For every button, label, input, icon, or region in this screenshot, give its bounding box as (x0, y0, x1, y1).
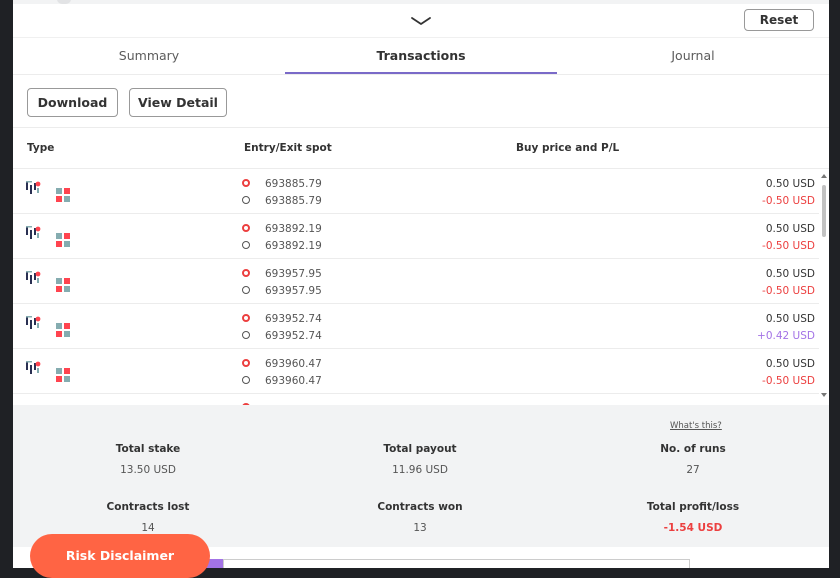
contract-grid-icon (56, 187, 70, 202)
stat-profit-loss: Total profit/loss -1.54 USD (573, 501, 813, 534)
trade-type-chart-icon (25, 270, 41, 284)
entry-spot-value: 693892.19 (265, 223, 322, 235)
panel-header: Reset (13, 4, 829, 38)
active-tab-underline (285, 72, 557, 74)
tab-bar: Summary Transactions Journal (13, 38, 829, 75)
exit-spot-value: 693892.19 (265, 240, 322, 252)
contract-grid-icon (56, 322, 70, 337)
stat-value: 27 (686, 464, 700, 476)
entry-spot-value: 693885.79 (265, 178, 322, 190)
profit-loss: -0.50 USD (762, 195, 815, 207)
exit-spot-value: 693952.74 (265, 330, 322, 342)
contract-grid-icon (56, 367, 70, 382)
exit-spot-grey-circle-icon (242, 376, 250, 384)
scroll-up-arrow-icon[interactable] (821, 174, 827, 178)
transactions-panel: Reset Summary Transactions Journal Downl… (13, 0, 829, 568)
trade-type-chart-icon (25, 225, 41, 239)
chevron-down-icon[interactable] (409, 14, 433, 28)
table-row[interactable]: 693885.79 693885.79 0.50 USD -0.50 USD (13, 169, 819, 214)
action-bar: Download View Detail (13, 75, 829, 128)
buy-price: 0.50 USD (765, 358, 815, 370)
scroll-down-arrow-icon[interactable] (821, 393, 827, 397)
table-header: Type Entry/Exit spot Buy price and P/L (13, 128, 829, 169)
bottom-input[interactable] (223, 559, 690, 568)
column-header-buy: Buy price and P/L (516, 142, 620, 154)
table-row[interactable]: 693952.74 693952.74 0.50 USD +0.42 USD (13, 304, 819, 349)
stat-total-stake: Total stake 13.50 USD (28, 443, 268, 476)
stat-label: Total profit/loss (646, 501, 740, 513)
buy-price: 0.50 USD (765, 223, 815, 235)
stat-label: Contracts lost (106, 501, 190, 513)
exit-spot-value: 693885.79 (265, 195, 322, 207)
stat-value: 11.96 USD (392, 464, 448, 476)
download-button[interactable]: Download (27, 88, 118, 117)
stat-runs: No. of runs 27 (573, 443, 813, 476)
entry-spot-red-circle-icon (242, 224, 250, 232)
entry-spot-red-circle-icon (242, 269, 250, 277)
buy-price: 0.50 USD (765, 178, 815, 190)
entry-spot-value: 693952.74 (265, 313, 322, 325)
tab-journal[interactable]: Journal (557, 38, 829, 73)
contract-grid-icon (56, 232, 70, 247)
trade-type-chart-icon (25, 360, 41, 374)
stat-value: 14 (141, 522, 155, 534)
exit-spot-grey-circle-icon (242, 196, 250, 204)
exit-spot-value: 693960.47 (265, 375, 322, 387)
stat-value: 13 (413, 522, 427, 534)
stat-contracts-won: Contracts won 13 (300, 501, 540, 534)
trade-type-chart-icon (25, 315, 41, 329)
column-header-spot: Entry/Exit spot (244, 142, 332, 154)
list-scrollbar[interactable] (819, 169, 829, 405)
stat-label: Total payout (383, 443, 457, 455)
tab-transactions[interactable]: Transactions (285, 38, 557, 73)
risk-disclaimer-button[interactable]: Risk Disclaimer (30, 534, 210, 578)
exit-spot-value: 693957.95 (265, 285, 322, 297)
profit-loss: -0.50 USD (762, 285, 815, 297)
entry-spot-red-circle-icon (242, 179, 250, 187)
table-row[interactable]: 693960.47 693960.47 0.50 USD -0.50 USD (13, 349, 819, 394)
profit-loss: -0.50 USD (762, 240, 815, 252)
tab-summary[interactable]: Summary (13, 38, 285, 73)
stat-total-payout: Total payout 11.96 USD (300, 443, 540, 476)
whats-this-link[interactable]: What's this? (670, 421, 722, 431)
column-header-type: Type (27, 142, 55, 154)
stat-contracts-lost: Contracts lost 14 (28, 501, 268, 534)
stat-label: Total stake (115, 443, 181, 455)
stat-label: Contracts won (377, 501, 463, 513)
transaction-list[interactable]: 693885.79 693885.79 0.50 USD -0.50 USD 69389… (13, 169, 819, 405)
profit-loss: -0.50 USD (762, 375, 815, 387)
stat-label: No. of runs (660, 443, 726, 455)
entry-spot-red-circle-icon (242, 314, 250, 322)
reset-button[interactable]: Reset (744, 9, 814, 31)
scroll-thumb[interactable] (822, 185, 826, 237)
trade-type-chart-icon (25, 180, 41, 194)
contract-grid-icon (56, 277, 70, 292)
profit-loss: +0.42 USD (757, 330, 815, 342)
exit-spot-grey-circle-icon (242, 331, 250, 339)
buy-price: 0.50 USD (765, 268, 815, 280)
view-detail-button[interactable]: View Detail (129, 88, 227, 117)
stat-value: 13.50 USD (120, 464, 176, 476)
table-row[interactable]: 693957.95 693957.95 0.50 USD -0.50 USD (13, 259, 819, 304)
entry-spot-value: 693957.95 (265, 268, 322, 280)
exit-spot-grey-circle-icon (242, 241, 250, 249)
entry-spot-red-circle-icon (242, 359, 250, 367)
buy-price: 0.50 USD (765, 313, 815, 325)
table-row[interactable]: 693892.19 693892.19 0.50 USD -0.50 USD (13, 214, 819, 259)
summary-section: What's this? Total stake 13.50 USD Total… (13, 405, 829, 547)
entry-spot-value: 693960.47 (265, 358, 322, 370)
exit-spot-grey-circle-icon (242, 286, 250, 294)
stat-value: -1.54 USD (663, 522, 723, 534)
